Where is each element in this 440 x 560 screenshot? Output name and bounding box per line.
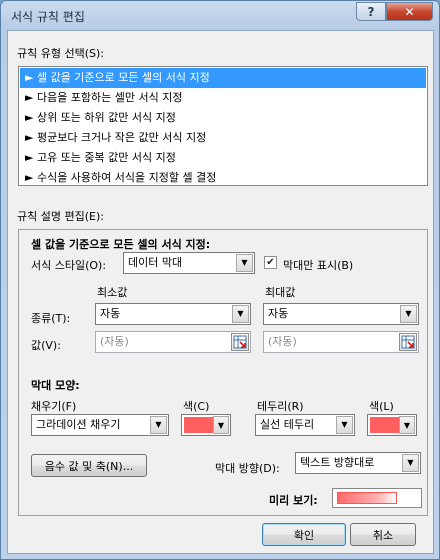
cancel-button[interactable]: 취소 bbox=[350, 523, 416, 546]
max-type-value: 자동 bbox=[268, 307, 289, 320]
rule-type-item-above-below-average[interactable]: ► 평균보다 크거나 작은 값만 서식 지정 bbox=[20, 128, 426, 148]
rule-type-label: 규칙 유형 선택(S): bbox=[17, 47, 104, 60]
rule-type-list[interactable]: ► 셀 값을 기준으로 모든 셀의 서식 지정 ► 다음을 포함하는 셀만 서식… bbox=[18, 66, 428, 186]
max-type-dropdown[interactable]: 자동 ▼ bbox=[263, 303, 419, 325]
type-label: 종류(T): bbox=[31, 312, 71, 325]
dropdown-arrow-icon: ▼ bbox=[336, 416, 353, 434]
max-header: 최대값 bbox=[265, 286, 296, 299]
preview-data-bar bbox=[337, 492, 397, 504]
fill-type-dropdown[interactable]: 그라데이션 채우기 ▼ bbox=[31, 414, 169, 436]
range-select-icon bbox=[401, 335, 415, 349]
rule-type-item-unique-duplicate[interactable]: ► 고유 또는 중복 값만 서식 지정 bbox=[20, 148, 426, 168]
negative-value-axis-button[interactable]: 음수 값 및 축(N)... bbox=[31, 454, 147, 477]
fill-type-value: 그라데이션 채우기 bbox=[36, 418, 121, 431]
format-style-label: 서식 스타일(O): bbox=[31, 259, 107, 272]
border-type-value: 실선 테두리 bbox=[260, 418, 315, 431]
min-type-value: 자동 bbox=[100, 307, 121, 320]
dropdown-arrow-icon: ▼ bbox=[236, 254, 253, 272]
close-button[interactable]: ✕ bbox=[386, 2, 433, 21]
border-color-picker[interactable]: ▼ bbox=[367, 414, 417, 436]
range-select-icon bbox=[233, 335, 247, 349]
format-style-value: 데이터 막대 bbox=[128, 256, 183, 269]
dialog-body: 규칙 유형 선택(S): ► 셀 값을 기준으로 모든 셀의 서식 지정 ► 다… bbox=[7, 30, 434, 554]
max-range-select-button[interactable] bbox=[399, 333, 417, 351]
rule-type-item-cell-values[interactable]: ► 셀 값을 기준으로 모든 셀의 서식 지정 bbox=[20, 68, 426, 88]
rule-desc-label: 규칙 설명 편집(E): bbox=[17, 210, 104, 223]
bar-only-label: 막대만 표시(B) bbox=[283, 259, 354, 272]
border-color-label: 색(L) bbox=[369, 400, 394, 413]
fill-color-label: 색(C) bbox=[183, 400, 210, 413]
border-type-dropdown[interactable]: 실선 테두리 ▼ bbox=[255, 414, 355, 436]
rule-description-panel: 셀 값을 기준으로 모든 셀의 서식 지정: 서식 스타일(O): 데이터 막대… bbox=[18, 229, 428, 516]
rule-type-item-contains[interactable]: ► 다음을 포함하는 셀만 서식 지정 bbox=[20, 88, 426, 108]
min-value-input[interactable]: (자동) bbox=[95, 331, 251, 353]
max-value-input[interactable]: (자동) bbox=[263, 331, 419, 353]
rule-type-item-top-bottom[interactable]: ► 상위 또는 하위 값만 서식 지정 bbox=[20, 108, 426, 128]
bar-direction-dropdown[interactable]: 텍스트 방향대로 ▼ bbox=[295, 452, 421, 474]
dropdown-arrow-icon: ▼ bbox=[400, 305, 417, 323]
check-icon: ✔ bbox=[266, 257, 275, 268]
title-bar[interactable]: 서식 규칙 편집 ? ✕ bbox=[1, 1, 439, 29]
help-button[interactable]: ? bbox=[356, 2, 386, 21]
value-label: 값(V): bbox=[31, 339, 61, 352]
preview-box bbox=[332, 488, 422, 508]
format-style-dropdown[interactable]: 데이터 막대 ▼ bbox=[123, 252, 255, 274]
dropdown-arrow-icon: ▼ bbox=[213, 416, 229, 434]
fill-color-picker[interactable]: ▼ bbox=[181, 414, 231, 436]
dropdown-arrow-icon: ▼ bbox=[399, 416, 415, 434]
preview-label: 미리 보기: bbox=[269, 494, 318, 507]
min-value-placeholder: (자동) bbox=[100, 335, 129, 348]
bar-only-checkbox[interactable]: ✔ bbox=[264, 256, 277, 269]
rule-desc-heading: 셀 값을 기준으로 모든 셀의 서식 지정: bbox=[31, 238, 211, 251]
bar-direction-label: 막대 방향(D): bbox=[215, 462, 280, 475]
window-title: 서식 규칙 편집 bbox=[11, 10, 85, 24]
dropdown-arrow-icon: ▼ bbox=[402, 454, 419, 472]
bar-direction-value: 텍스트 방향대로 bbox=[300, 456, 375, 469]
max-value-placeholder: (자동) bbox=[268, 335, 297, 348]
rule-type-item-formula[interactable]: ► 수식을 사용하여 서식을 지정할 셀 결정 bbox=[20, 168, 426, 188]
min-range-select-button[interactable] bbox=[231, 333, 249, 351]
fill-color-swatch bbox=[184, 417, 213, 433]
bar-appearance-label: 막대 모양: bbox=[31, 379, 80, 392]
min-header: 최소값 bbox=[97, 286, 128, 299]
dropdown-arrow-icon: ▼ bbox=[150, 416, 167, 434]
edit-format-rule-dialog: 서식 규칙 편집 ? ✕ 규칙 유형 선택(S): ► 셀 값을 기준으로 모든… bbox=[0, 0, 440, 560]
border-label: 테두리(R) bbox=[257, 400, 304, 413]
dropdown-arrow-icon: ▼ bbox=[232, 305, 249, 323]
fill-label: 채우기(F) bbox=[31, 400, 77, 413]
min-type-dropdown[interactable]: 자동 ▼ bbox=[95, 303, 251, 325]
ok-button[interactable]: 확인 bbox=[262, 523, 346, 546]
border-color-swatch bbox=[370, 417, 399, 433]
